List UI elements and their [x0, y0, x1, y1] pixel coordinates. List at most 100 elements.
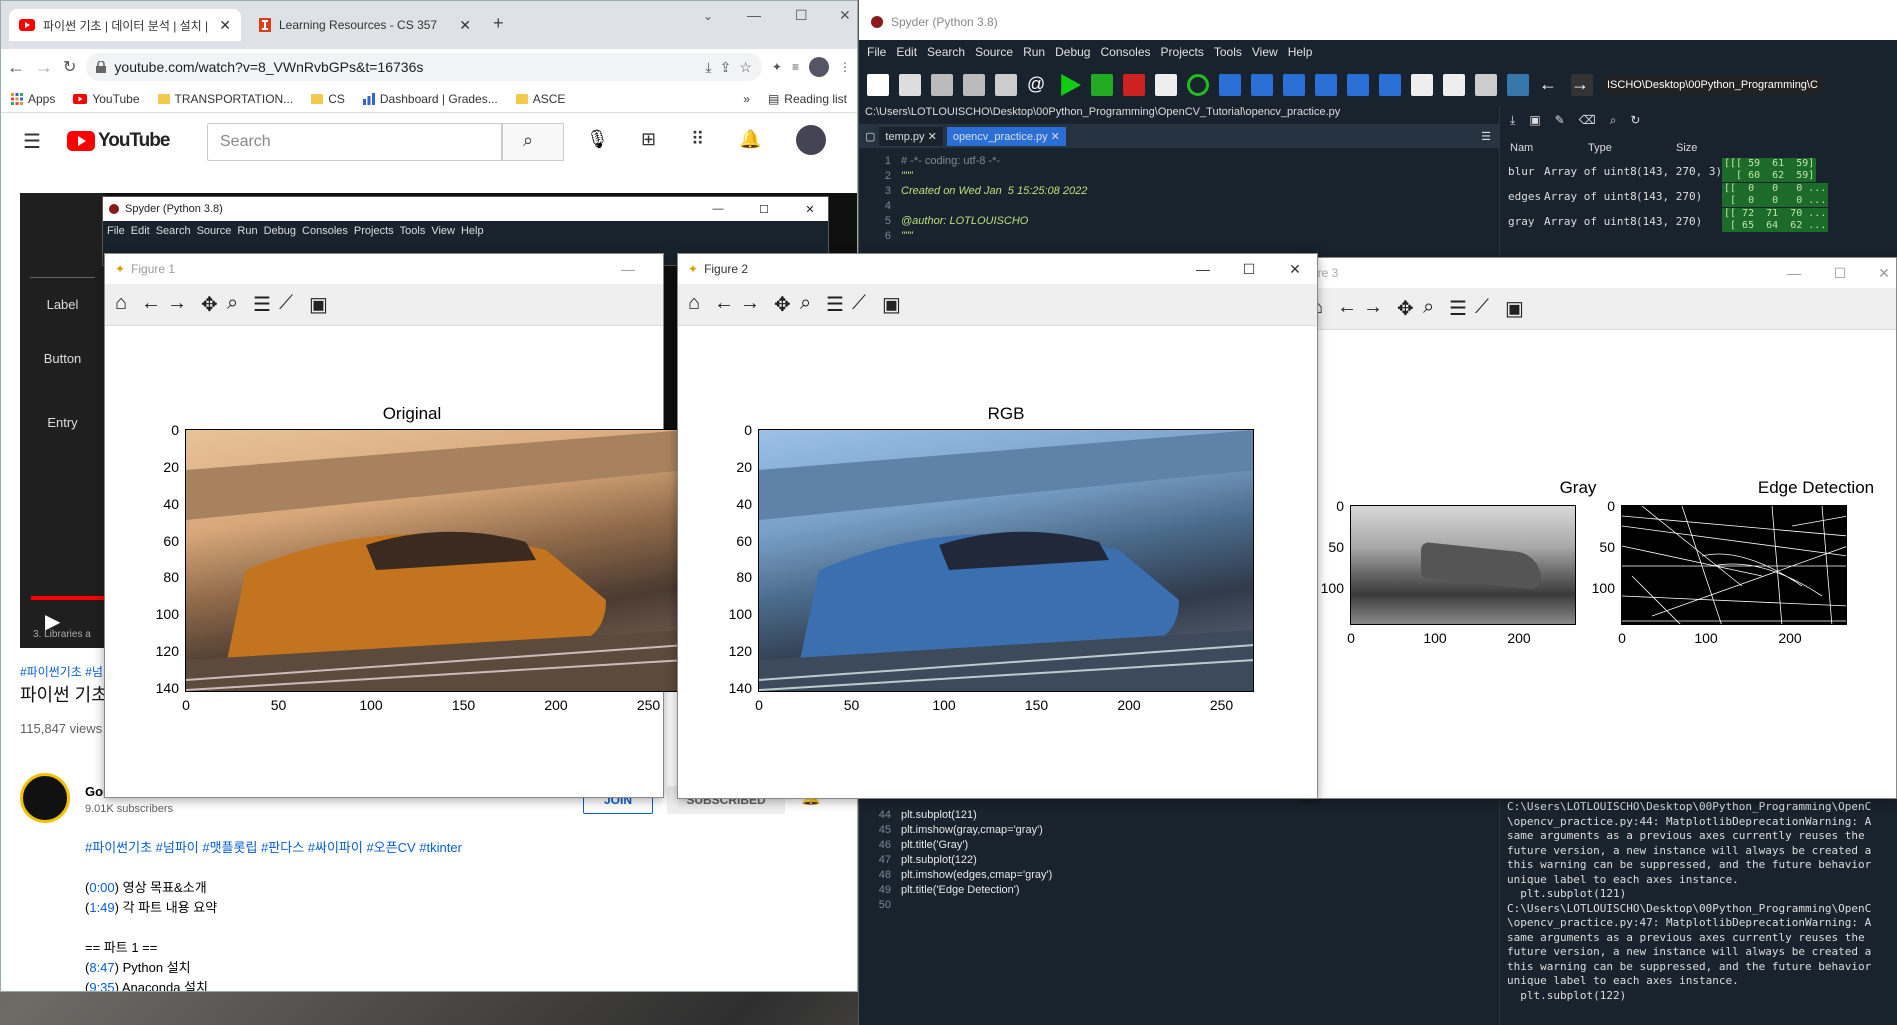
menu-item[interactable]: View — [1252, 45, 1278, 59]
header-size[interactable]: Size — [1676, 142, 1697, 154]
maximize-icon[interactable]: ☐ — [795, 7, 808, 24]
avatar[interactable] — [796, 125, 826, 155]
menu-item[interactable]: View — [431, 225, 455, 237]
timestamp-link[interactable]: 1:49 — [89, 900, 114, 915]
browse-tabs-icon[interactable]: ▢ — [865, 130, 875, 143]
video-progress-bar[interactable] — [31, 596, 106, 600]
menu-item[interactable]: Search — [927, 45, 965, 59]
remove-all-icon[interactable]: ⌫ — [1579, 113, 1596, 127]
search-input[interactable]: Search — [207, 123, 502, 161]
tab-learning-resources[interactable]: Learning Resources - CS 357 ✕ — [249, 9, 481, 41]
new-file-icon[interactable] — [867, 74, 889, 96]
bookmark-asce[interactable]: ASCE — [515, 92, 565, 106]
edit-axis-icon[interactable]: ⟋ — [852, 292, 866, 315]
back-icon[interactable]: ← — [141, 292, 161, 315]
apps-icon[interactable]: ⠿ — [691, 129, 704, 150]
maximize-icon[interactable]: ☐ — [1817, 258, 1863, 288]
pan-icon[interactable]: ✥ — [1397, 296, 1414, 321]
minimize-icon[interactable]: — — [1180, 254, 1226, 284]
configure-subplots-icon[interactable]: ☰ — [1449, 296, 1467, 321]
star-icon[interactable]: ☆ — [739, 59, 752, 76]
run-icon[interactable] — [1061, 74, 1081, 96]
minimize-icon[interactable]: — — [605, 254, 651, 284]
reading-list[interactable]: ▤ Reading list — [768, 92, 847, 106]
maximize-pane-icon[interactable] — [1411, 74, 1433, 96]
back-icon[interactable]: ← — [7, 57, 25, 78]
playlist-icon[interactable]: ≡ — [792, 60, 799, 74]
header-name[interactable]: Nam — [1510, 142, 1533, 154]
new-tab-icon[interactable]: + — [493, 13, 504, 34]
maximize-icon[interactable]: ☐ — [744, 203, 784, 216]
header-type[interactable]: Type — [1588, 142, 1612, 154]
reload-icon[interactable]: ↻ — [63, 57, 76, 77]
menu-item[interactable]: Edit — [131, 225, 150, 237]
description-tags[interactable]: #파이썬기초 #넘파이 #맷플롯립 #판다스 #싸이파이 #오픈CV #tkin… — [85, 837, 462, 856]
bookmark-dashboard[interactable]: Dashboard | Grades... — [362, 92, 498, 106]
save-figure-icon[interactable]: ▣ — [882, 292, 901, 317]
timestamp-link[interactable]: 9:35 — [89, 980, 114, 991]
save-figure-icon[interactable]: ▣ — [309, 292, 328, 317]
step-return-icon[interactable] — [1315, 74, 1337, 96]
close-icon[interactable]: ✕ — [219, 17, 231, 34]
menu-item[interactable]: Run — [1023, 45, 1045, 59]
bookmark-apps[interactable]: Apps — [11, 92, 55, 106]
configure-subplots-icon[interactable]: ☰ — [826, 292, 844, 317]
profile-avatar[interactable] — [809, 57, 829, 77]
save-all-icon[interactable] — [963, 74, 985, 96]
zoom-icon[interactable]: ⌕ — [800, 292, 811, 315]
options-menu-icon[interactable]: ☰ — [1481, 130, 1499, 143]
share-icon[interactable]: ⇪ — [720, 59, 732, 76]
stop-debug-icon[interactable] — [1379, 74, 1401, 96]
maximize-icon[interactable]: ☐ — [1226, 254, 1272, 284]
ipython-console[interactable]: C:\Users\LOTLOUISCHO\Desktop\00Python_Pr… — [1499, 800, 1897, 1025]
forward-icon[interactable]: → — [740, 292, 760, 315]
forward-icon[interactable]: → — [167, 292, 187, 315]
configure-subplots-icon[interactable]: ☰ — [253, 292, 271, 317]
tab-search-icon[interactable]: ⌄ — [703, 9, 713, 23]
menu-item[interactable]: Consoles — [1100, 45, 1150, 59]
menu-item[interactable]: Projects — [1161, 45, 1204, 59]
menu-item[interactable]: File — [867, 45, 886, 59]
run-selection-icon[interactable] — [1155, 74, 1177, 96]
home-icon[interactable]: ⌂ — [688, 292, 700, 315]
back-arrow-icon[interactable]: ← — [1539, 74, 1561, 96]
bookmark-cs[interactable]: CS — [311, 92, 345, 106]
save-data-icon[interactable]: ▣ — [1529, 113, 1540, 127]
youtube-logo[interactable]: YouTube — [67, 130, 170, 152]
save-icon[interactable] — [931, 74, 953, 96]
run-cell-advance-icon[interactable] — [1123, 74, 1145, 96]
menu-item[interactable]: Source — [197, 225, 232, 237]
working-directory-field[interactable]: ISCHO\Desktop\00Python_Programming\C — [1603, 76, 1822, 94]
pan-icon[interactable]: ✥ — [774, 292, 791, 317]
create-video-icon[interactable]: ⊞ — [641, 129, 656, 150]
list-icon[interactable] — [995, 74, 1017, 96]
search-button[interactable]: ⌕ — [502, 123, 564, 161]
refresh-icon[interactable]: ↻ — [1630, 113, 1640, 127]
close-icon[interactable]: ✕ — [1272, 254, 1318, 284]
import-data-icon[interactable]: ⤓ — [1510, 113, 1515, 128]
edit-axis-icon[interactable]: ⟋ — [1475, 296, 1489, 319]
hamburger-menu-icon[interactable]: ☰ — [23, 129, 41, 154]
minimize-icon[interactable]: — — [698, 203, 738, 215]
close-icon[interactable]: ✕ — [459, 17, 471, 34]
forward-icon[interactable]: → — [35, 57, 53, 78]
more-bookmarks-icon[interactable]: » — [743, 92, 750, 106]
run-cell-icon[interactable] — [1091, 74, 1113, 96]
home-icon[interactable]: ⌂ — [115, 292, 127, 315]
at-icon[interactable]: @ — [1027, 74, 1049, 96]
timestamp-link[interactable]: 8:47 — [89, 960, 114, 975]
variable-row[interactable]: blur Array of uint8 (143, 270, 3)[[[ 59 61… — [1500, 158, 1897, 185]
fullscreen-icon[interactable] — [1443, 74, 1465, 96]
search-icon[interactable]: ⌕ — [1610, 113, 1617, 128]
minimize-icon[interactable]: — — [747, 7, 761, 23]
tab-temp[interactable]: temp.py ✕ — [879, 126, 943, 146]
pan-icon[interactable]: ✥ — [201, 292, 218, 317]
menu-item[interactable]: Debug — [1055, 45, 1090, 59]
forward-icon[interactable]: → — [1363, 296, 1383, 319]
menu-item[interactable]: Tools — [1214, 45, 1242, 59]
menu-item[interactable]: Help — [461, 225, 484, 237]
minimize-icon[interactable]: — — [1771, 258, 1817, 288]
channel-avatar[interactable] — [20, 773, 70, 823]
variable-row[interactable]: edges Array of uint8 (143, 270) [[ 0 0 0 ..… — [1500, 183, 1897, 210]
bookmark-transportation[interactable]: TRANSPORTATION... — [157, 92, 293, 106]
